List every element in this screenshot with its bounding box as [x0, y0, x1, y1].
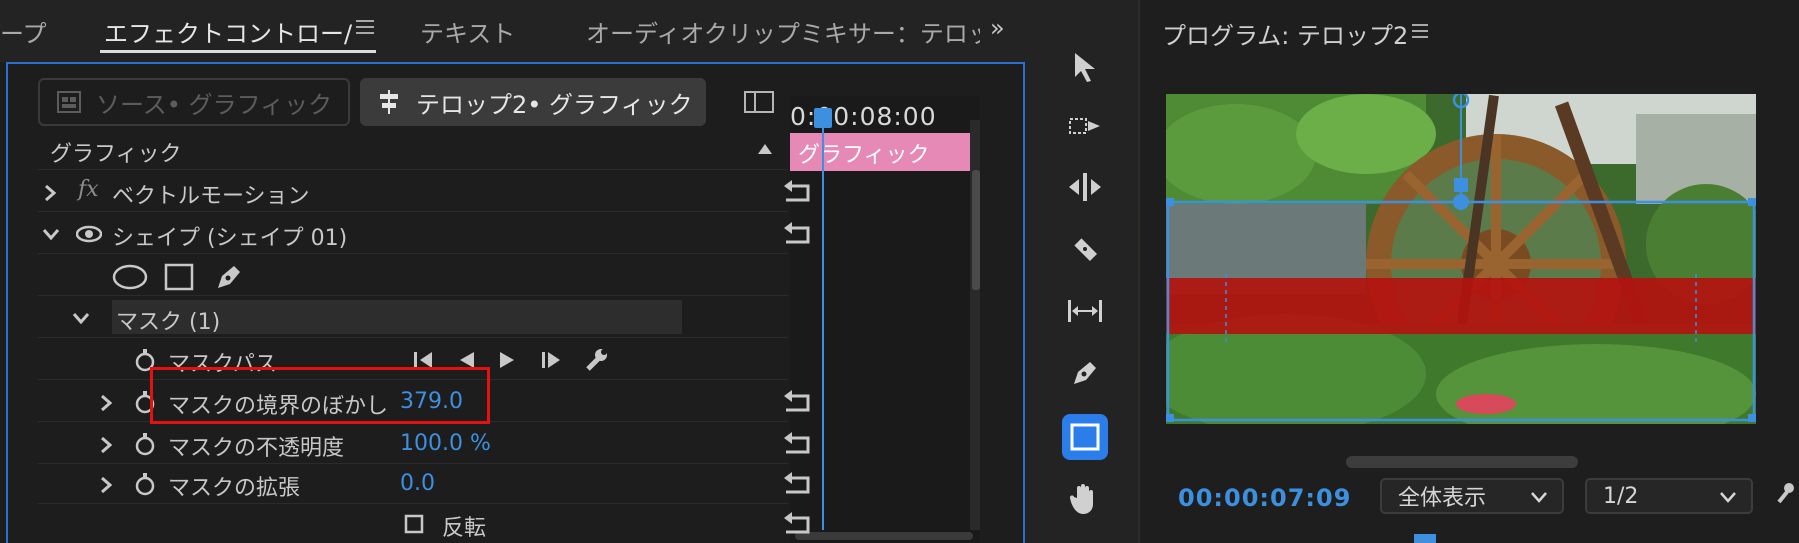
playhead-handle[interactable]: [814, 108, 832, 128]
playhead-line[interactable]: [822, 110, 824, 530]
program-timecode[interactable]: 00:00:07:09: [1178, 484, 1351, 512]
chevron-down-icon[interactable]: [42, 228, 60, 240]
resolution-value: 1/2: [1603, 483, 1639, 509]
track-select-tool[interactable]: [1062, 104, 1108, 150]
razor-icon: [1074, 238, 1098, 262]
graphic-clip-bar[interactable]: グラフィック: [790, 133, 980, 171]
program-horizontal-scrollbar[interactable]: [1346, 456, 1578, 468]
mask-row[interactable]: マスク (1): [38, 298, 788, 338]
rectangle-icon: [1070, 423, 1100, 451]
reset-icon[interactable]: [782, 432, 814, 456]
chevron-right-icon[interactable]: [100, 394, 112, 412]
source-chip-label: ソース• グラフィック: [96, 90, 333, 119]
scrollbar-thumb[interactable]: [972, 170, 980, 290]
target-chip[interactable]: テロップ2• グラフィック: [360, 78, 706, 126]
reset-icon[interactable]: [782, 180, 814, 204]
tab-audio-clip-mixer[interactable]: オーディオクリップミキサー：テロッ: [586, 14, 980, 49]
reset-icon[interactable]: [782, 512, 814, 536]
selection-icon: [1075, 53, 1095, 82]
pen-tool[interactable]: [1062, 350, 1108, 396]
mask-expansion-value[interactable]: 0.0: [400, 471, 435, 496]
property-label: マスクの拡張: [168, 476, 301, 501]
tab-overflow-icon[interactable]: »: [990, 14, 1005, 42]
program-monitor-title[interactable]: プログラム: テロップ2: [1162, 16, 1408, 51]
ripple-edit-icon: [1069, 173, 1101, 201]
tab-text[interactable]: テキスト: [420, 14, 515, 49]
panel-toggle-icon[interactable]: [744, 91, 774, 113]
reset-icon[interactable]: [782, 222, 814, 246]
effect-row-vector-motion[interactable]: fx ベクトルモーション: [38, 172, 810, 212]
highlight-annotation-box: [150, 367, 490, 424]
ripple-edit-tool[interactable]: [1062, 164, 1108, 210]
invert-label: 反転: [442, 516, 487, 541]
target-chip-label: テロップ2• グラフィック: [416, 90, 693, 119]
align-icon: [380, 90, 398, 114]
chevron-down-icon: [1720, 492, 1736, 503]
zoom-dropdown[interactable]: 全体表示: [1380, 478, 1564, 514]
rectangle-tool[interactable]: [1062, 414, 1108, 460]
chevron-down-icon[interactable]: [72, 312, 90, 324]
effect-row-shape[interactable]: シェイプ (シェイプ 01): [38, 214, 810, 254]
mask-tools-row: [38, 256, 788, 296]
graphic-section-header: グラフィック: [38, 130, 788, 170]
chevron-right-icon[interactable]: [100, 436, 112, 454]
chevron-down-icon: [1531, 492, 1547, 503]
rectangle-mask-icon[interactable]: [164, 263, 194, 291]
graphic-clip-icon: [57, 91, 81, 113]
chevron-right-icon[interactable]: [44, 184, 56, 202]
step-forward-icon[interactable]: [498, 350, 518, 370]
mini-timeline-timecode: 0:00:08:00: [790, 102, 937, 131]
stopwatch-icon[interactable]: [134, 432, 156, 456]
slip-icon: [1068, 300, 1102, 322]
tab-menu-icon[interactable]: [356, 20, 374, 38]
reset-icon[interactable]: [782, 390, 814, 414]
settings-wrench-icon[interactable]: [1776, 480, 1794, 504]
effect-label: ベクトルモーション: [112, 184, 310, 209]
fx-icon: fx: [78, 177, 99, 202]
collapse-up-icon[interactable]: [758, 144, 772, 154]
wrench-icon[interactable]: [584, 347, 610, 373]
hand-tool[interactable]: [1062, 476, 1108, 522]
video-frame-image: [1166, 94, 1756, 424]
tab-effect-controls[interactable]: エフェクトコントロー/: [104, 14, 352, 49]
mask-opacity-row: マスクの不透明度 100.0 %: [38, 424, 810, 464]
razor-tool[interactable]: [1062, 226, 1108, 272]
program-playhead[interactable]: [1414, 534, 1436, 543]
slip-tool[interactable]: [1062, 288, 1108, 334]
hand-icon: [1069, 484, 1093, 514]
pen-icon: [1074, 362, 1096, 384]
reset-icon[interactable]: [782, 472, 814, 496]
section-title: グラフィック: [50, 142, 182, 167]
chevron-right-icon[interactable]: [100, 476, 112, 494]
zoom-value: 全体表示: [1398, 486, 1487, 511]
timeline-horizontal-scrollbar[interactable]: [795, 532, 973, 540]
mask-label: マスク (1): [116, 310, 221, 335]
eye-icon[interactable]: [76, 225, 102, 243]
mask-expansion-row: マスクの拡張 0.0: [38, 464, 810, 504]
active-tab-indicator: [100, 50, 376, 53]
pen-mask-icon[interactable]: [214, 262, 244, 292]
ellipse-mask-icon[interactable]: [112, 264, 148, 290]
track-select-icon: [1069, 118, 1100, 134]
invert-row: 反転: [38, 504, 810, 543]
resolution-dropdown[interactable]: 1/2: [1585, 478, 1753, 514]
program-menu-icon[interactable]: [1412, 24, 1428, 42]
selection-tool[interactable]: [1062, 44, 1108, 90]
stopwatch-icon[interactable]: [134, 472, 156, 496]
track-forward-icon[interactable]: [540, 350, 564, 370]
source-chip[interactable]: ソース• グラフィック: [38, 78, 350, 126]
tab-project[interactable]: ープ: [0, 14, 47, 49]
effect-label: シェイプ (シェイプ 01): [112, 226, 348, 251]
checkbox-icon[interactable]: [404, 514, 424, 534]
property-label: マスクの不透明度: [168, 436, 345, 461]
mask-opacity-value[interactable]: 100.0 %: [400, 431, 491, 456]
program-video-frame[interactable]: [1166, 94, 1756, 424]
